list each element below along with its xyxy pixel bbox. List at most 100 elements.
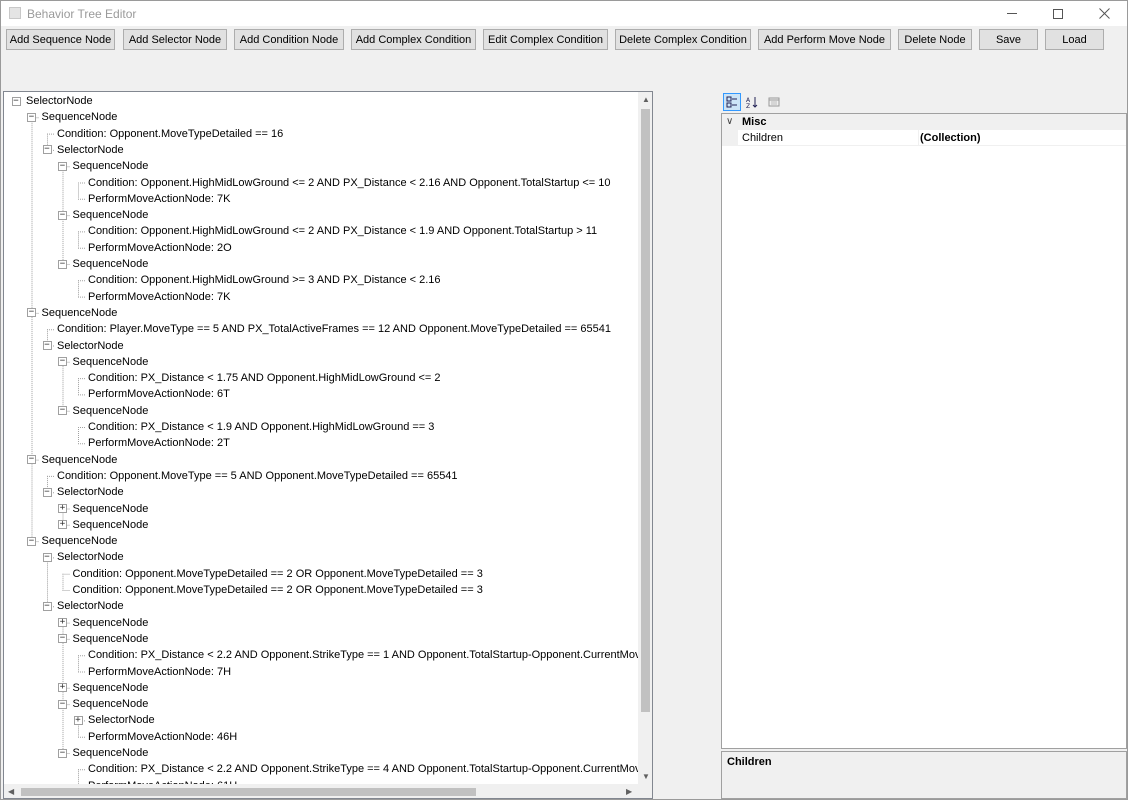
add-selector-node-button[interactable]: Add Selector Node [123,29,227,50]
collapse-icon[interactable]: − [58,357,67,367]
tree-node[interactable]: SequenceNode [71,354,151,370]
property-divider[interactable] [918,130,919,146]
tree-node[interactable]: SequenceNode [71,207,151,223]
tree-node[interactable]: SelectorNode [24,93,95,109]
collapse-icon[interactable]: − [11,96,21,106]
tree-node[interactable]: SequenceNode [40,533,120,549]
tree-node[interactable]: SequenceNode [40,452,120,468]
expand-icon[interactable]: + [58,504,67,513]
tree-node[interactable]: PerformMoveActionNode: 7K [86,191,232,207]
collapse-icon[interactable]: − [58,699,67,709]
tree-node[interactable]: PerformMoveActionNode: 7K [86,289,232,305]
load-button[interactable]: Load [1045,29,1104,50]
tree-node[interactable]: PerformMoveActionNode: 7H [86,664,233,680]
scroll-up-icon[interactable]: ▲ [642,95,650,104]
tree-node[interactable]: SequenceNode [71,256,151,272]
collapse-icon[interactable]: − [58,161,67,171]
tree-node[interactable]: Condition: Opponent.HighMidLowGround <= … [86,223,599,239]
add-complex-condition-button[interactable]: Add Complex Condition [351,29,476,50]
tree-node[interactable]: SequenceNode [71,615,151,631]
collapse-icon[interactable]: − [27,455,36,465]
property-description-panel: Children [721,751,1127,799]
tree-node[interactable]: SelectorNode [55,549,126,565]
tree-content: − SelectorNode − SequenceNode Condition: Opp… [4,92,638,784]
scroll-left-icon[interactable]: ◀ [8,787,14,796]
tree-node[interactable]: SequenceNode [71,517,151,533]
collapse-icon[interactable]: − [58,406,67,416]
tree-node[interactable]: Condition: Opponent.MoveTypeDetailed == … [71,582,485,598]
tree-node[interactable]: Condition: PX_Distance < 1.9 AND Opponen… [86,419,436,435]
alphabetical-button[interactable]: A Z [743,93,761,111]
tree-node[interactable]: SelectorNode [55,142,126,158]
add-condition-node-button[interactable]: Add Condition Node [234,29,344,50]
collapse-icon[interactable]: − [42,341,52,350]
expand-icon[interactable]: + [58,683,67,693]
close-button[interactable] [1081,1,1127,26]
collapse-icon[interactable]: − [58,210,67,220]
minimize-button[interactable] [989,1,1035,26]
title-bar[interactable]: Behavior Tree Editor [1,1,1127,26]
scroll-right-icon[interactable]: ▶ [626,787,632,796]
chevron-down-icon[interactable]: ∨ [726,114,733,130]
collapse-icon[interactable]: − [27,536,36,546]
categorized-button[interactable] [723,93,741,111]
tree-node[interactable]: SequenceNode [71,745,151,761]
tree-node[interactable]: Condition: PX_Distance < 1.75 AND Oppone… [86,370,443,386]
tree-node[interactable]: Condition: Opponent.HighMidLowGround <= … [86,175,613,191]
tree-node[interactable]: Condition: PX_Distance < 2.2 AND Opponen… [86,761,638,777]
tree-node[interactable]: SequenceNode [40,305,120,321]
tree-node[interactable]: SelectorNode [55,484,126,500]
tree-node[interactable]: Condition: Opponent.MoveTypeDetailed == … [55,126,285,142]
tree-node[interactable]: Condition: Opponent.HighMidLowGround >= … [86,272,443,288]
tree-node[interactable]: SelectorNode [55,338,126,354]
tree-node[interactable]: Condition: Opponent.MoveType == 5 AND Op… [55,468,460,484]
tree-node[interactable]: Condition: Player.MoveType == 5 AND PX_T… [55,321,613,337]
tree-node[interactable]: Condition: PX_Distance < 2.2 AND Opponen… [86,647,638,663]
expand-icon[interactable]: + [73,715,83,725]
expand-icon[interactable]: + [58,520,67,530]
tree-node[interactable]: SequenceNode [71,403,151,419]
tree-node[interactable]: SequenceNode [71,158,151,174]
category-row-misc[interactable]: ∨ Misc [722,114,1126,130]
add-perform-move-node-button[interactable]: Add Perform Move Node [758,29,891,50]
tree-node[interactable]: SequenceNode [71,680,151,696]
add-sequence-node-button[interactable]: Add Sequence Node [6,29,115,50]
tree-node[interactable]: PerformMoveActionNode: 2T [86,435,232,451]
property-pages-button[interactable] [765,93,783,111]
collapse-icon[interactable]: − [58,259,67,269]
delete-node-button[interactable]: Delete Node [898,29,972,50]
tree-node[interactable]: SequenceNode [71,631,151,647]
tree-node[interactable]: SelectorNode [86,712,157,728]
tree-node[interactable]: PerformMoveActionNode: 46H [86,729,239,745]
tree-node[interactable]: SelectorNode [55,598,126,614]
tree-node[interactable]: PerformMoveActionNode: 2O [86,240,234,256]
tree-node[interactable]: PerformMoveActionNode: 6T [86,386,232,402]
property-row-children[interactable]: Children (Collection) [722,130,1126,146]
collapse-icon[interactable]: − [42,601,52,611]
vertical-scroll-thumb[interactable] [641,109,650,712]
save-button[interactable]: Save [979,29,1038,50]
collapse-icon[interactable]: − [27,308,36,318]
edit-complex-condition-button[interactable]: Edit Complex Condition [483,29,608,50]
collapse-icon[interactable]: − [42,487,52,497]
expand-icon[interactable]: + [58,618,67,628]
maximize-button[interactable] [1035,1,1081,26]
horizontal-scroll-thumb[interactable] [21,788,476,796]
vertical-scrollbar[interactable]: ▲ ▼ [638,92,652,784]
behavior-tree-view[interactable]: − SelectorNode − SequenceNode Condition: Opp… [3,91,653,799]
tree-node[interactable]: SequenceNode [71,696,151,712]
collapse-icon[interactable]: − [58,634,67,644]
collapse-icon[interactable]: − [27,112,36,122]
delete-complex-condition-button[interactable]: Delete Complex Condition [615,29,751,50]
tree-node[interactable]: SequenceNode [40,109,120,125]
scroll-down-icon[interactable]: ▼ [642,772,650,781]
svg-text:Z: Z [746,103,750,108]
property-value[interactable]: (Collection) [920,130,981,146]
tree-node[interactable]: Condition: Opponent.MoveTypeDetailed == … [71,566,485,582]
tree-node[interactable]: SequenceNode [71,501,151,517]
horizontal-scrollbar[interactable]: ◀ ▶ [4,784,638,798]
collapse-icon[interactable]: − [58,748,67,758]
collapse-icon[interactable]: − [42,145,52,155]
property-grid-toolbar: A Z [721,91,1127,113]
collapse-icon[interactable]: − [42,552,52,562]
